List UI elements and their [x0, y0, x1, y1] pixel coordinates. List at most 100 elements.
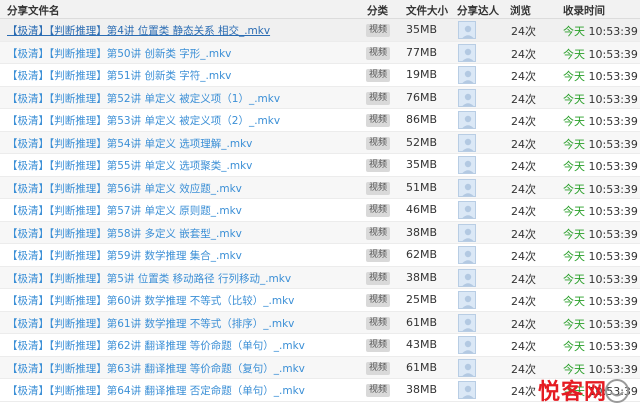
file-name-link[interactable]: 【极清】【判断推理】第58讲 多定义 嵌套型_.mkv [7, 226, 242, 241]
category-badge[interactable]: 视频 [366, 69, 391, 82]
indexed-time: 今天 10:53:39 [563, 338, 638, 354]
category-badge[interactable]: 视频 [366, 316, 391, 330]
user-avatar-icon [459, 157, 475, 173]
table-row[interactable]: 【极清】【判断推理】第60讲 数学推理 不等式（比较）_.mkv 视频 25MB 24… [0, 289, 640, 312]
header-file-size[interactable]: 文件大小 [406, 3, 448, 18]
category-badge[interactable]: 视频 [366, 271, 391, 285]
sharer-avatar[interactable] [458, 111, 476, 129]
indexed-time: 今天 10:53:39 [563, 68, 638, 84]
table-row[interactable]: 【极清】【判断推理】第50讲 创新类 字形_.mkv 视频 77MB 24次 今天 10… [0, 41, 640, 64]
file-name-link[interactable]: 【极清】【判断推理】第4讲 位置类 静态关系 相交_.mkv [7, 23, 270, 38]
sharer-avatar[interactable] [458, 156, 476, 174]
sharer-avatar[interactable] [458, 133, 476, 152]
table-row[interactable]: 【极清】【判断推理】第58讲 多定义 嵌套型_.mkv 视频 38MB 24次 今天 1… [0, 221, 640, 244]
table-row[interactable]: 【极清】【判断推理】第57讲 单定义 原则题_.mkv 视频 46MB 24次 今天 1… [0, 199, 640, 222]
sharer-avatar[interactable] [458, 43, 476, 62]
indexed-time: 今天 10:53:39 [563, 113, 638, 129]
header-file-name[interactable]: 分享文件名 [7, 3, 60, 18]
file-name-link[interactable]: 【极清】【判断推理】第56讲 单定义 效应题_.mkv [7, 181, 242, 196]
file-size: 35MB [406, 23, 438, 36]
category-badge[interactable]: 视频 [366, 114, 391, 127]
file-name-link[interactable]: 【极清】【判断推理】第55讲 单定义 选项聚类_.mkv [7, 158, 252, 173]
category-badge[interactable]: 视频 [366, 159, 391, 172]
sharer-avatar[interactable] [458, 223, 476, 242]
sharer-avatar[interactable] [458, 201, 476, 219]
user-avatar-icon [459, 22, 475, 38]
time-value: 10:53:39 [588, 205, 638, 218]
today-label: 今天 [563, 160, 585, 173]
header-sharer[interactable]: 分享达人 [457, 3, 499, 18]
file-name-link[interactable]: 【极清】【判断推理】第64讲 翻译推理 否定命题（单句）_.mkv [7, 383, 305, 398]
file-name-link[interactable]: 【极清】【判断推理】第61讲 数学推理 不等式（排序）_.mkv [7, 316, 294, 331]
file-name-link[interactable]: 【极清】【判断推理】第51讲 创新类 字符_.mkv [7, 68, 231, 83]
category-badge[interactable]: 视频 [366, 46, 391, 60]
sharer-avatar[interactable] [458, 358, 476, 377]
category-badge[interactable]: 视频 [366, 24, 391, 37]
view-count: 24次 [511, 92, 536, 106]
table-row[interactable]: 【极清】【判断推理】第55讲 单定义 选项聚类_.mkv 视频 35MB 24次 今天 … [0, 154, 640, 177]
category-badge[interactable]: 视频 [366, 384, 391, 397]
file-name-link[interactable]: 【极清】【判断推理】第60讲 数学推理 不等式（比较）_.mkv [7, 293, 294, 308]
sharer-avatar[interactable] [458, 381, 476, 399]
table-row[interactable]: 【极清】【判断推理】第4讲 位置类 静态关系 相交_.mkv 视频 35MB 24次 今… [0, 19, 640, 42]
user-avatar-icon [459, 112, 475, 128]
category-badge[interactable]: 视频 [366, 294, 391, 307]
time-value: 10:53:39 [588, 137, 638, 151]
file-size: 76MB [406, 90, 438, 104]
category-badge[interactable]: 视频 [366, 181, 391, 195]
table-row[interactable]: 【极清】【判断推理】第54讲 单定义 选项理解_.mkv 视频 52MB 24次 今天 … [0, 131, 640, 154]
watermark-logo: 悦客网 [534, 374, 636, 404]
file-name-link[interactable]: 【极清】【判断推理】第63讲 翻译推理 等价命题（复句）_.mkv [7, 361, 305, 376]
watermark-text: 悦客网 [538, 379, 608, 404]
sharer-avatar[interactable] [458, 178, 476, 197]
file-name-link[interactable]: 【极清】【判断推理】第57讲 单定义 原则题_.mkv [7, 203, 242, 218]
header-category[interactable]: 分类 [367, 3, 388, 18]
file-name-link[interactable]: 【极清】【判断推理】第62讲 翻译推理 等价命题（单句）_.mkv [7, 338, 305, 353]
time-value: 10:53:39 [588, 317, 638, 331]
table-row[interactable]: 【极清】【判断推理】第52讲 单定义 被定义项（1）_.mkv 视频 76MB 24次… [0, 86, 640, 109]
header-indexed-time[interactable]: 收录时间 [563, 3, 605, 18]
file-name-link[interactable]: 【极清】【判断推理】第59讲 数学推理 集合_.mkv [7, 248, 242, 263]
today-label: 今天 [563, 137, 585, 151]
category-badge[interactable]: 视频 [366, 136, 391, 150]
table-row[interactable]: 【极清】【判断推理】第56讲 单定义 效应题_.mkv 视频 51MB 24次 今天 1… [0, 176, 640, 199]
time-value: 10:53:39 [588, 272, 638, 286]
header-views[interactable]: 浏览 [510, 3, 531, 18]
category-badge[interactable]: 视频 [366, 226, 391, 240]
file-name-link[interactable]: 【极清】【判断推理】第5讲 位置类 移动路径 行列移动_.mkv [7, 271, 291, 286]
table-row[interactable]: 【极清】【判断推理】第51讲 创新类 字符_.mkv 视频 19MB 24次 今天 10… [0, 64, 640, 87]
table-row[interactable]: 【极清】【判断推理】第5讲 位置类 移动路径 行列移动_.mkv 视频 38MB 24… [0, 266, 640, 289]
category-badge[interactable]: 视频 [366, 361, 391, 375]
today-label: 今天 [563, 317, 585, 331]
category-badge[interactable]: 视频 [366, 249, 391, 262]
file-name-link[interactable]: 【极清】【判断推理】第53讲 单定义 被定义项（2）_.mkv [7, 113, 280, 128]
view-count: 24次 [511, 115, 536, 128]
sharer-avatar[interactable] [458, 88, 476, 107]
sharer-avatar[interactable] [458, 268, 476, 287]
file-size: 38MB [406, 270, 438, 284]
file-size: 25MB [406, 293, 438, 306]
file-name-link[interactable]: 【极清】【判断推理】第50讲 创新类 字形_.mkv [7, 46, 231, 61]
category-badge[interactable]: 视频 [366, 339, 391, 352]
category-badge[interactable]: 视频 [366, 91, 391, 105]
sharer-avatar[interactable] [458, 291, 476, 309]
sharer-avatar[interactable] [458, 66, 476, 84]
indexed-time: 今天 10:53:39 [563, 293, 638, 309]
table-row[interactable]: 【极清】【判断推理】第53讲 单定义 被定义项（2）_.mkv 视频 86MB 24次… [0, 109, 640, 132]
file-name-link[interactable]: 【极清】【判断推理】第54讲 单定义 选项理解_.mkv [7, 136, 252, 151]
table-row[interactable]: 【极清】【判断推理】第61讲 数学推理 不等式（排序）_.mkv 视频 61MB 24… [0, 311, 640, 334]
table-row[interactable]: 【极清】【判断推理】第62讲 翻译推理 等价命题（单句）_.mkv 视频 43MB 2… [0, 334, 640, 357]
sharer-avatar[interactable] [458, 246, 476, 264]
sharer-avatar[interactable] [458, 21, 476, 39]
indexed-time: 今天 10:53:39 [563, 316, 638, 332]
table-row[interactable]: 【极清】【判断推理】第59讲 数学推理 集合_.mkv 视频 62MB 24次 今天 1… [0, 244, 640, 267]
indexed-time: 今天 10:53:39 [563, 226, 638, 242]
file-name-link[interactable]: 【极清】【判断推理】第52讲 单定义 被定义项（1）_.mkv [7, 91, 280, 106]
sharer-avatar[interactable] [458, 313, 476, 332]
sharer-avatar[interactable] [458, 336, 476, 354]
view-count: 24次 [511, 25, 536, 38]
view-count: 24次 [511, 385, 536, 398]
user-avatar-icon [459, 292, 475, 308]
time-value: 10:53:39 [588, 250, 638, 263]
category-badge[interactable]: 视频 [366, 204, 391, 217]
